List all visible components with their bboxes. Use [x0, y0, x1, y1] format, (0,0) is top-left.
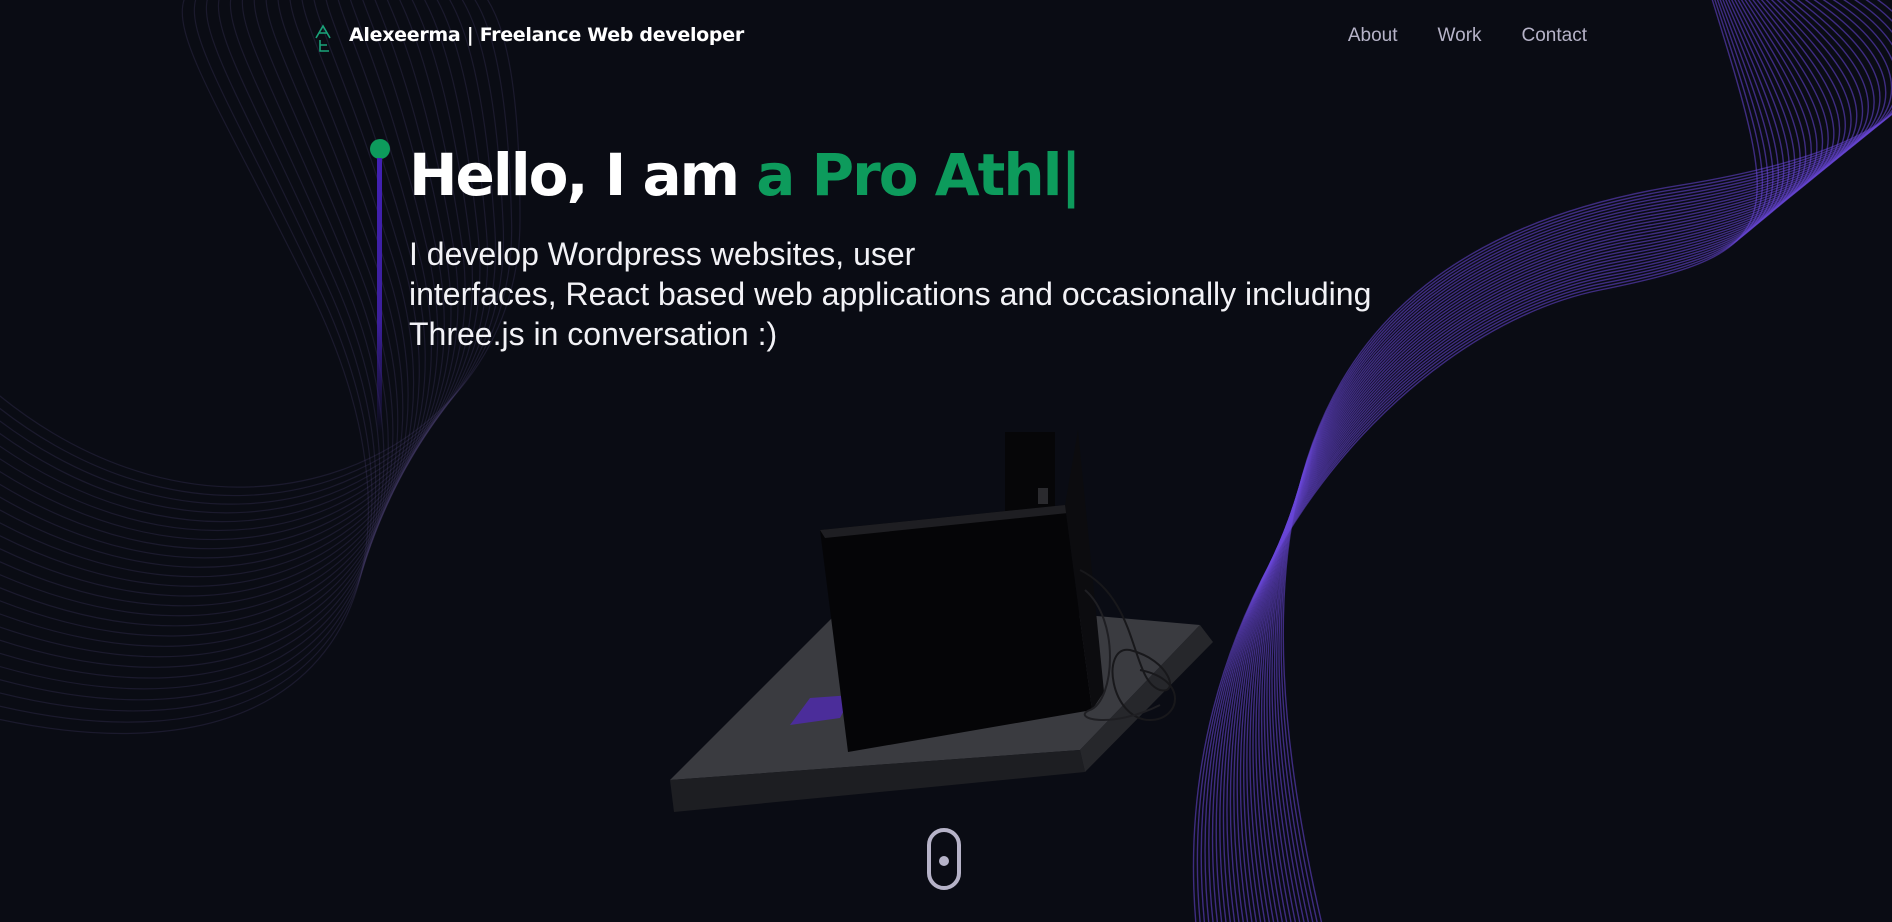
hero-description-line: interfaces, React based web applications… [409, 276, 1372, 312]
wave-line [1280, 0, 1892, 922]
monitor-back [820, 505, 1092, 752]
ae-monogram-icon[interactable] [312, 24, 334, 52]
wave-line [0, 0, 381, 701]
navbar: Alexeerma | Freelance Web developer Abou… [0, 0, 1892, 76]
timeline-dot [370, 139, 390, 159]
nav-contact[interactable]: Contact [1522, 25, 1587, 47]
wave-line [1196, 0, 1764, 922]
wave-line [1271, 0, 1892, 922]
wave-line [1200, 0, 1769, 922]
wave-line [1282, 0, 1892, 922]
nav-about[interactable]: About [1348, 25, 1398, 47]
timeline-line [377, 158, 382, 433]
hero-typed-text: a Pro Athl [756, 141, 1062, 209]
site-brand[interactable]: Alexeerma | Freelance Web developer [349, 24, 744, 46]
wave-line [1266, 0, 1881, 922]
hero-description-line: I develop Wordpress websites, user [409, 236, 916, 272]
wave-line [1276, 0, 1892, 922]
wave-line [0, 0, 377, 712]
wave-line [0, 0, 404, 647]
nav-work[interactable]: Work [1438, 25, 1482, 47]
hero-description-line: Three.js in conversation :) [409, 316, 778, 352]
wave-line [1268, 0, 1887, 922]
wave-line [0, 0, 426, 607]
scroll-dot [939, 856, 949, 866]
wave-line [1211, 0, 1785, 922]
wave-line [1260, 0, 1869, 922]
hero-title-prefix: Hello, I am [409, 141, 757, 209]
wave-line [1263, 0, 1875, 922]
wave-line [0, 0, 369, 735]
wave-line [1258, 0, 1864, 922]
wave-line [1273, 0, 1892, 922]
wave-line [1208, 0, 1779, 922]
wave-line [1252, 0, 1852, 922]
mouse-scroll-icon[interactable] [927, 828, 961, 890]
wave-line [1233, 0, 1818, 922]
main-nav: About Work Contact [1348, 25, 1587, 47]
wave-line [1278, 0, 1892, 922]
wave-line [0, 0, 409, 637]
wave-line [0, 0, 415, 627]
typing-caret: | [1060, 141, 1082, 209]
wave-line [0, 0, 459, 559]
computer-desk-3d-scene[interactable] [660, 420, 1220, 830]
hero-title: Hello, I am a Pro Athl| [409, 138, 1082, 212]
hero-description: I develop Wordpress websites, user interf… [409, 234, 1371, 354]
pc-tower-port [1038, 488, 1048, 504]
wave-line [1255, 0, 1858, 922]
wave-line [1215, 0, 1790, 922]
wave-line [1204, 0, 1774, 922]
